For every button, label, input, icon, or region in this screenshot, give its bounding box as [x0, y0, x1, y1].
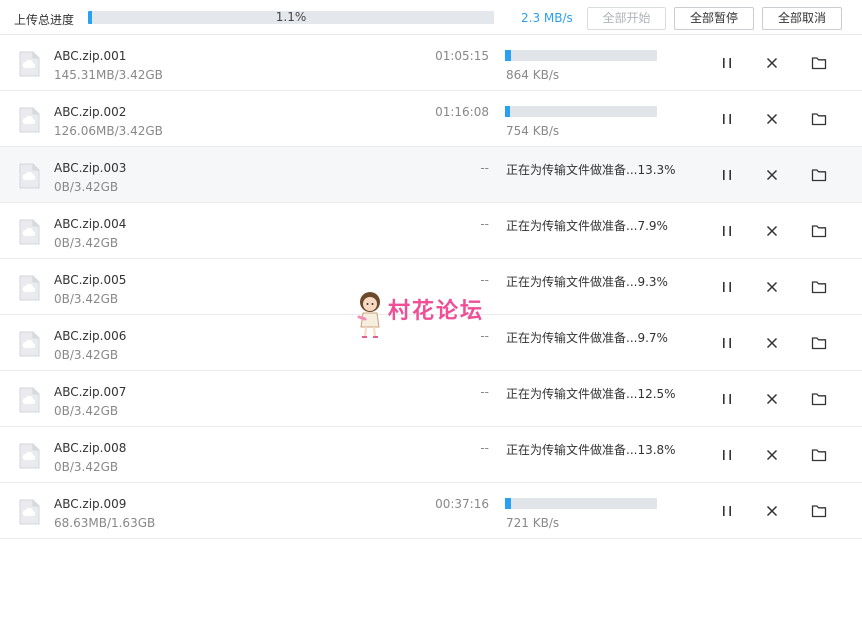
- file-size: 0B/3.42GB: [54, 292, 119, 306]
- preparing-status: 正在为传输文件做准备...7.9%: [506, 219, 668, 233]
- watermark-text: 村花论坛: [388, 299, 485, 324]
- folder-icon[interactable]: [810, 446, 828, 464]
- cloud-file-icon: [18, 51, 40, 77]
- cloud-file-icon: [18, 107, 40, 133]
- file-size: 0B/3.42GB: [54, 236, 119, 250]
- progress-bar: [505, 498, 657, 509]
- pause-icon[interactable]: [718, 390, 736, 408]
- close-icon[interactable]: [763, 278, 781, 296]
- file-size: 145.31MB/3.42GB: [54, 68, 163, 82]
- time-remaining: --: [480, 273, 489, 287]
- file-size: 0B/3.42GB: [54, 460, 119, 474]
- file-name: ABC.zip.003: [54, 161, 127, 175]
- preparing-status: 正在为传输文件做准备...13.8%: [506, 443, 676, 457]
- file-size: 68.63MB/1.63GB: [54, 516, 156, 530]
- time-remaining: 01:05:15: [435, 49, 489, 63]
- time-remaining: --: [480, 161, 489, 175]
- folder-icon[interactable]: [810, 390, 828, 408]
- pause-all-button[interactable]: 全部暂停: [674, 7, 754, 30]
- transfer-speed: 754 KB/s: [506, 124, 560, 138]
- total-progress-label: 上传总进度: [14, 13, 75, 27]
- file-name: ABC.zip.009: [54, 497, 127, 511]
- progress-bar: [505, 50, 657, 61]
- upload-progress-header: 上传总进度 1.1% 2.3 MB/s 全部开始 全部暂停 全部取消: [0, 0, 862, 35]
- close-icon[interactable]: [763, 390, 781, 408]
- progress-fill: [505, 498, 512, 509]
- pause-icon[interactable]: [718, 110, 736, 128]
- folder-icon[interactable]: [810, 110, 828, 128]
- pause-icon[interactable]: [718, 54, 736, 72]
- cancel-all-button[interactable]: 全部取消: [762, 7, 842, 30]
- file-size: 0B/3.42GB: [54, 180, 119, 194]
- cloud-file-icon: [18, 443, 40, 469]
- file-name: ABC.zip.007: [54, 385, 127, 399]
- pause-icon[interactable]: [718, 502, 736, 520]
- pause-icon[interactable]: [718, 446, 736, 464]
- time-remaining: --: [480, 441, 489, 455]
- preparing-status: 正在为传输文件做准备...9.7%: [506, 331, 668, 345]
- cloud-file-icon: [18, 331, 40, 357]
- time-remaining: 01:16:08: [435, 105, 489, 119]
- file-name: ABC.zip.005: [54, 273, 127, 287]
- preparing-status: 正在为传输文件做准备...13.3%: [506, 163, 676, 177]
- folder-icon[interactable]: [810, 334, 828, 352]
- task-row[interactable]: ABC.zip.009 68.63MB/1.63GB 00:37:16 721 KB/…: [0, 483, 862, 539]
- progress-fill: [505, 106, 511, 117]
- file-name: ABC.zip.002: [54, 105, 127, 119]
- cloud-file-icon: [18, 163, 40, 189]
- total-progress-bar: 1.1%: [88, 11, 494, 24]
- cloud-file-icon: [18, 219, 40, 245]
- preparing-status: 正在为传输文件做准备...9.3%: [506, 275, 668, 289]
- upload-task-list: ABC.zip.001 145.31MB/3.42GB 01:05:15 864 KB…: [0, 35, 862, 539]
- task-row[interactable]: ABC.zip.007 0B/3.42GB -- 正在为传输文件做准备...12.5%: [0, 371, 862, 427]
- cloud-file-icon: [18, 275, 40, 301]
- watermark-girl-icon: [357, 292, 380, 338]
- pause-icon[interactable]: [718, 334, 736, 352]
- close-icon[interactable]: [763, 334, 781, 352]
- file-name: ABC.zip.006: [54, 329, 127, 343]
- time-remaining: --: [480, 217, 489, 231]
- total-progress-percent: 1.1%: [275, 11, 307, 24]
- preparing-status: 正在为传输文件做准备...12.5%: [506, 387, 676, 401]
- folder-icon[interactable]: [810, 54, 828, 72]
- task-row[interactable]: ABC.zip.008 0B/3.42GB -- 正在为传输文件做准备...13.8%: [0, 427, 862, 483]
- folder-icon[interactable]: [810, 278, 828, 296]
- close-icon[interactable]: [763, 222, 781, 240]
- file-name: ABC.zip.008: [54, 441, 127, 455]
- task-row[interactable]: ABC.zip.004 0B/3.42GB -- 正在为传输文件做准备...7.9%: [0, 203, 862, 259]
- close-icon[interactable]: [763, 110, 781, 128]
- close-icon[interactable]: [763, 54, 781, 72]
- file-name: ABC.zip.004: [54, 217, 127, 231]
- close-icon[interactable]: [763, 446, 781, 464]
- close-icon[interactable]: [763, 502, 781, 520]
- total-speed: 2.3 MB/s: [521, 11, 573, 25]
- folder-icon[interactable]: [810, 166, 828, 184]
- task-row[interactable]: ABC.zip.001 145.31MB/3.42GB 01:05:15 864 KB…: [0, 35, 862, 91]
- pause-icon[interactable]: [718, 166, 736, 184]
- close-icon[interactable]: [763, 166, 781, 184]
- file-size: 0B/3.42GB: [54, 348, 119, 362]
- cloud-file-icon: [18, 499, 40, 525]
- transfer-speed: 864 KB/s: [506, 68, 560, 82]
- time-remaining: --: [480, 385, 489, 399]
- progress-fill: [505, 50, 512, 61]
- watermark: 村花论坛: [355, 289, 515, 341]
- start-all-button[interactable]: 全部开始: [587, 7, 666, 30]
- transfer-speed: 721 KB/s: [506, 516, 560, 530]
- pause-icon[interactable]: [718, 278, 736, 296]
- cloud-file-icon: [18, 387, 40, 413]
- file-size: 0B/3.42GB: [54, 404, 119, 418]
- folder-icon[interactable]: [810, 222, 828, 240]
- file-size: 126.06MB/3.42GB: [54, 124, 163, 138]
- file-name: ABC.zip.001: [54, 49, 127, 63]
- folder-icon[interactable]: [810, 502, 828, 520]
- task-row[interactable]: ABC.zip.003 0B/3.42GB -- 正在为传输文件做准备...13.3%: [0, 147, 862, 203]
- pause-icon[interactable]: [718, 222, 736, 240]
- time-remaining: 00:37:16: [435, 497, 489, 511]
- task-row[interactable]: ABC.zip.002 126.06MB/3.42GB 01:16:08 754 KB…: [0, 91, 862, 147]
- progress-bar: [505, 106, 657, 117]
